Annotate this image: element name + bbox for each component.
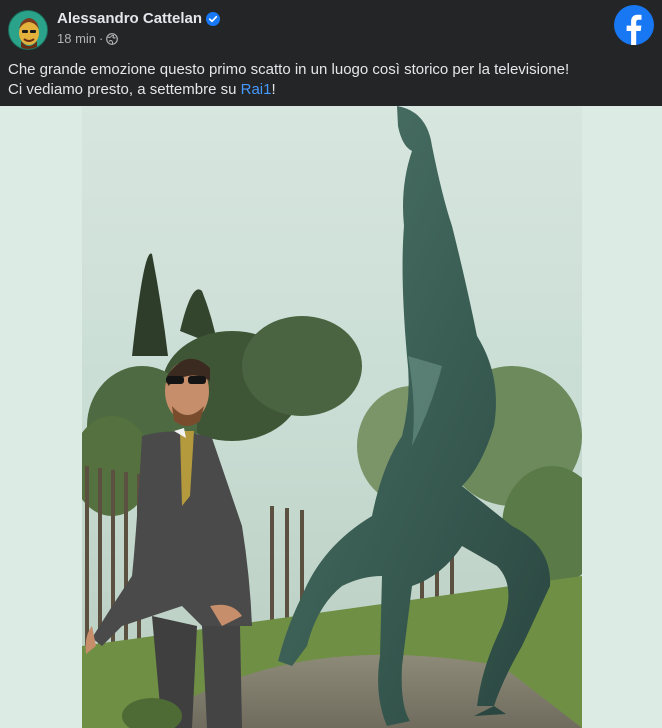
post-header: Alessandro Cattelan 18 min · [0,0,662,58]
caption-line-2-prefix: Ci vediamo presto, a settembre su [8,81,241,98]
globe-icon[interactable] [106,32,119,45]
post-timestamp[interactable]: 18 min [57,31,96,46]
avatar-illustration [9,11,47,49]
caption-line-2-suffix: ! [271,81,276,98]
author-avatar[interactable] [8,10,48,50]
facebook-logo-icon[interactable] [614,5,654,45]
verified-badge-icon [206,11,221,26]
post-photo[interactable] [82,106,582,728]
post-media[interactable] [0,106,662,728]
author-name-text[interactable]: Alessandro Cattelan [57,10,202,27]
photo-horse-statue-scene [82,106,582,728]
caption-line-2: Ci vediamo presto, a settembre su Rai1! [8,80,648,100]
meta-separator: · [99,31,104,46]
caption-line-1: Che grande emozione questo primo scatto … [8,61,570,78]
facebook-post: Alessandro Cattelan 18 min · Che grande … [0,0,662,728]
post-caption: Che grande emozione questo primo scatto … [8,60,648,100]
rai1-link[interactable]: Rai1 [241,81,272,98]
post-meta: 18 min · [57,31,119,46]
author-name[interactable]: Alessandro Cattelan [57,10,221,27]
